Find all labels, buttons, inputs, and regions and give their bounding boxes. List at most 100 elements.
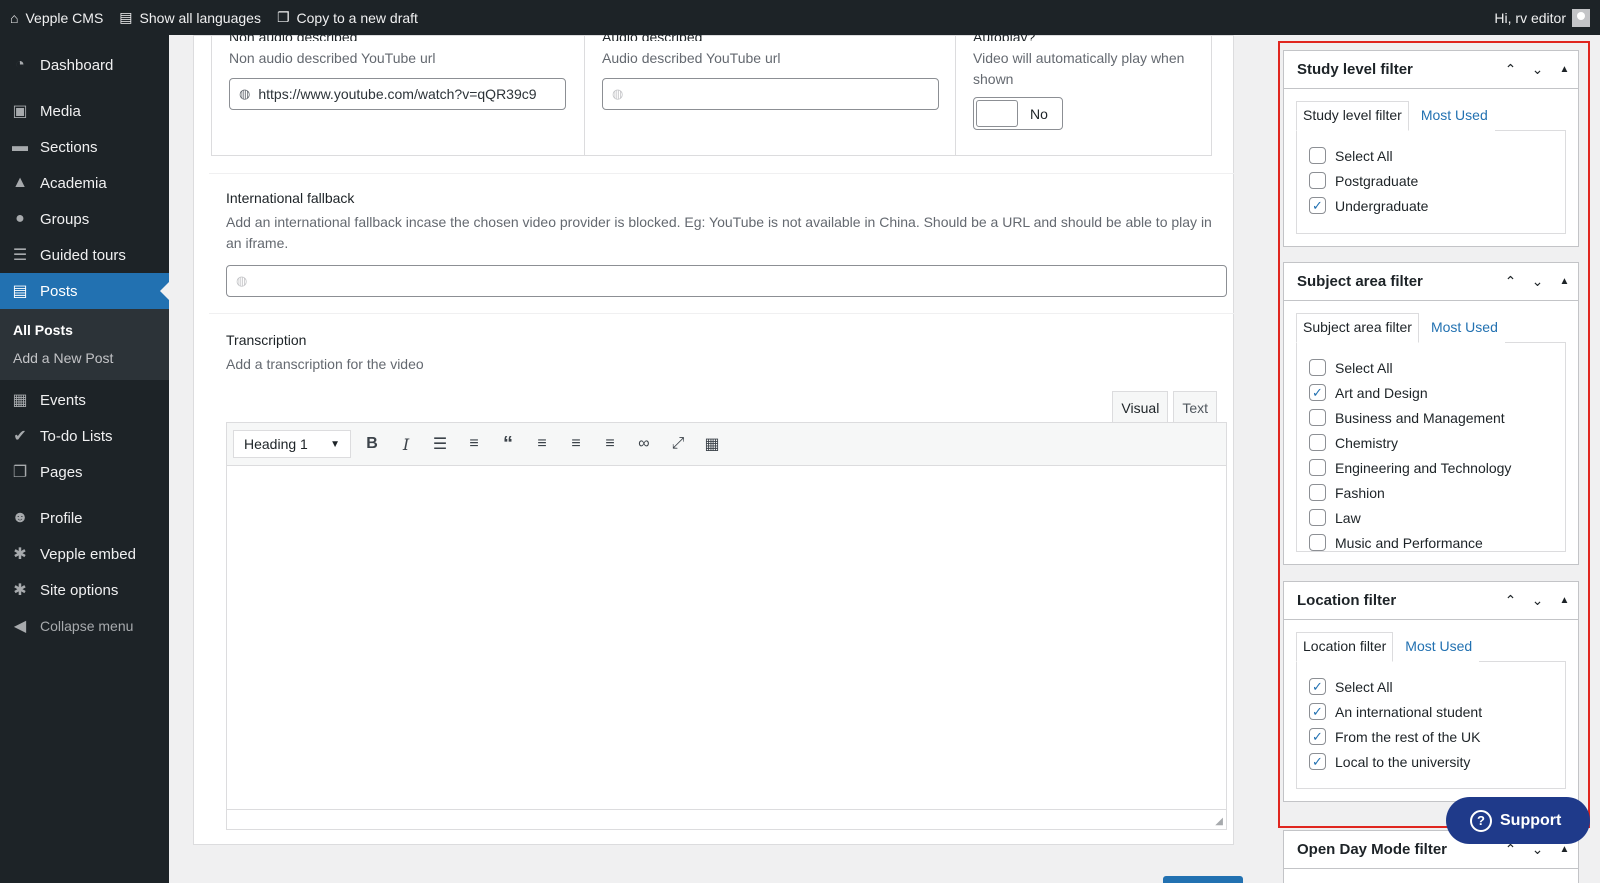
checkbox[interactable] bbox=[1309, 359, 1326, 376]
study-level-filter-box: Study level filter ⌃ ⌄ ▲ Study level fil… bbox=[1283, 50, 1579, 247]
globe-icon: ◍ bbox=[236, 273, 248, 288]
checkbox-item[interactable]: ✓ An international student bbox=[1309, 699, 1553, 724]
move-down-icon[interactable]: ⌄ bbox=[1524, 273, 1551, 290]
tab-most-used[interactable]: Most Used bbox=[1418, 313, 1505, 343]
transcription-section: Transcription Add a transcription for th… bbox=[226, 332, 424, 372]
align-left-icon[interactable]: ≡ bbox=[529, 430, 555, 458]
checkbox[interactable] bbox=[1309, 484, 1326, 501]
user-icon: ☻ bbox=[11, 509, 29, 526]
sidebar-item-sections[interactable]: ▬ Sections bbox=[0, 129, 169, 165]
fallback-url-input[interactable]: ◍ bbox=[226, 265, 1227, 297]
checkbox[interactable] bbox=[1309, 509, 1326, 526]
checkbox-checked[interactable]: ✓ bbox=[1309, 384, 1326, 401]
admin-sidebar: ◔ Dashboard ▣ Media ▬ Sections ▲ Academi… bbox=[0, 35, 169, 883]
checkbox-item[interactable]: Engineering and Technology bbox=[1309, 455, 1553, 480]
study-level-options: Select All Postgraduate ✓ Undergraduate bbox=[1296, 130, 1566, 234]
move-up-icon[interactable]: ⌃ bbox=[1497, 273, 1524, 290]
checkbox-item[interactable]: Music and Performance bbox=[1309, 530, 1553, 551]
tab-study-level-filter[interactable]: Study level filter bbox=[1296, 101, 1409, 131]
autoplay-field: Autoplay? Video will automatically play … bbox=[955, 29, 1211, 155]
tab-most-used[interactable]: Most Used bbox=[1393, 632, 1480, 662]
italic-icon[interactable]: I bbox=[393, 430, 419, 458]
user-account-menu[interactable]: Hi, rv editor bbox=[1494, 8, 1600, 27]
bold-icon[interactable]: B bbox=[359, 430, 385, 458]
sidebar-item-site-options[interactable]: ✱ Site options bbox=[0, 572, 169, 608]
submenu-all-posts[interactable]: All Posts bbox=[0, 316, 169, 344]
sidebar-item-todo-lists[interactable]: ✔ To-do Lists bbox=[0, 418, 169, 454]
sidebar-item-dashboard[interactable]: ◔ Dashboard bbox=[0, 47, 169, 83]
checkbox[interactable] bbox=[1309, 534, 1326, 551]
keyboard-icon[interactable]: ▦ bbox=[699, 430, 725, 458]
move-up-icon[interactable]: ⌃ bbox=[1497, 61, 1524, 78]
folder-icon: ▬ bbox=[12, 138, 28, 155]
site-home-link[interactable]: ⌂ Vepple CMS bbox=[0, 0, 111, 35]
sidebar-item-vepple-embed[interactable]: ✱ Vepple embed bbox=[0, 536, 169, 572]
support-button[interactable]: ? Support bbox=[1446, 797, 1590, 844]
sidebar-item-media[interactable]: ▣ Media bbox=[0, 93, 169, 129]
toggle-panel-icon[interactable]: ▲ bbox=[1551, 64, 1578, 75]
audio-url-input[interactable]: ◍ bbox=[602, 78, 939, 110]
update-button[interactable] bbox=[1163, 876, 1243, 883]
tab-text[interactable]: Text bbox=[1173, 391, 1217, 423]
editor-content-area[interactable] bbox=[227, 467, 1226, 809]
checkbox-checked[interactable]: ✓ bbox=[1309, 728, 1326, 745]
link-icon[interactable]: ∞ bbox=[631, 430, 657, 458]
toggle-panel-icon[interactable]: ▲ bbox=[1551, 276, 1578, 287]
checkbox-item[interactable]: ✓ From the rest of the UK bbox=[1309, 724, 1553, 749]
checkbox-item[interactable]: Select All bbox=[1309, 143, 1553, 168]
checkbox-item[interactable]: ✓ Select All bbox=[1309, 674, 1553, 699]
resize-handle-icon[interactable]: ◢ bbox=[1215, 816, 1223, 827]
checkbox-item[interactable]: Chemistry bbox=[1309, 430, 1553, 455]
blockquote-icon[interactable]: “ bbox=[495, 430, 521, 458]
checkbox-item[interactable]: ✓ Local to the university bbox=[1309, 749, 1553, 774]
tab-subject-area-filter[interactable]: Subject area filter bbox=[1296, 313, 1419, 343]
site-name: Vepple CMS bbox=[25, 9, 104, 26]
sidebar-item-guided-tours[interactable]: ☰ Guided tours bbox=[0, 237, 169, 273]
checkbox-checked[interactable]: ✓ bbox=[1309, 197, 1326, 214]
checkbox[interactable] bbox=[1309, 172, 1326, 189]
checkbox-item[interactable]: Business and Management bbox=[1309, 405, 1553, 430]
non-audio-url-input[interactable]: ◍ https://www.youtube.com/watch?v=qQR39c… bbox=[229, 78, 566, 110]
bullet-list-icon[interactable]: ☰ bbox=[427, 430, 453, 458]
checkbox[interactable] bbox=[1309, 147, 1326, 164]
checkbox-checked[interactable]: ✓ bbox=[1309, 753, 1326, 770]
submenu-add-new-post[interactable]: Add a New Post bbox=[0, 344, 169, 372]
sidebar-item-academia[interactable]: ▲ Academia bbox=[0, 165, 169, 201]
tab-location-filter[interactable]: Location filter bbox=[1296, 632, 1394, 662]
move-down-icon[interactable]: ⌄ bbox=[1524, 592, 1551, 609]
checkbox-item[interactable]: Select All bbox=[1309, 355, 1553, 380]
checkbox[interactable] bbox=[1309, 409, 1326, 426]
checkbox-item[interactable]: ✓ Art and Design bbox=[1309, 380, 1553, 405]
checkbox-item[interactable]: Postgraduate bbox=[1309, 168, 1553, 193]
numbered-list-icon[interactable]: ≡ bbox=[461, 430, 487, 458]
subject-area-options[interactable]: Select All ✓ Art and Design Business and … bbox=[1296, 342, 1566, 552]
collapse-menu-button[interactable]: ◀ Collapse menu bbox=[0, 608, 169, 644]
sidebar-item-pages[interactable]: ❐ Pages bbox=[0, 454, 169, 490]
sidebar-item-posts[interactable]: ▤ Posts bbox=[0, 273, 169, 309]
checkbox-checked[interactable]: ✓ bbox=[1309, 703, 1326, 720]
tab-most-used[interactable]: Most Used bbox=[1408, 101, 1495, 131]
location-filter-header: Location filter ⌃ ⌄ ▲ bbox=[1284, 582, 1578, 620]
tab-visual[interactable]: Visual bbox=[1112, 391, 1169, 423]
checkbox-item[interactable]: ✓ Undergraduate bbox=[1309, 193, 1553, 218]
toggle-knob bbox=[976, 100, 1018, 127]
checkbox[interactable] bbox=[1309, 459, 1326, 476]
move-down-icon[interactable]: ⌄ bbox=[1524, 61, 1551, 78]
toggle-panel-icon[interactable]: ▲ bbox=[1551, 844, 1578, 855]
checkbox-checked[interactable]: ✓ bbox=[1309, 678, 1326, 695]
sidebar-item-events[interactable]: ▦ Events bbox=[0, 382, 169, 418]
checkbox-item[interactable]: Law bbox=[1309, 505, 1553, 530]
checkbox[interactable] bbox=[1309, 434, 1326, 451]
format-select[interactable]: Heading 1 ▼ bbox=[233, 430, 351, 458]
align-right-icon[interactable]: ≡ bbox=[597, 430, 623, 458]
align-center-icon[interactable]: ≡ bbox=[563, 430, 589, 458]
fullscreen-icon[interactable]: ⤢ bbox=[665, 430, 691, 458]
toggle-panel-icon[interactable]: ▲ bbox=[1551, 595, 1578, 606]
sidebar-item-groups[interactable]: ● Groups bbox=[0, 201, 169, 237]
editor-mode-tabs: Visual Text bbox=[1112, 391, 1217, 423]
editor-toolbar: Heading 1 ▼ B I ☰ ≡ “ ≡ ≡ ≡ ∞ ⤢ ▦ bbox=[227, 423, 1226, 466]
checkbox-item[interactable]: Fashion bbox=[1309, 480, 1553, 505]
move-up-icon[interactable]: ⌃ bbox=[1497, 592, 1524, 609]
autoplay-toggle[interactable]: No bbox=[973, 97, 1063, 130]
sidebar-item-profile[interactable]: ☻ Profile bbox=[0, 500, 169, 536]
